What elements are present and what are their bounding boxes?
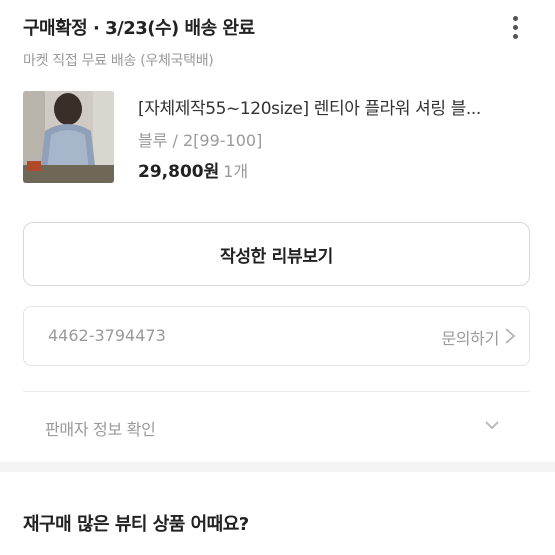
seller-info-label: 판매자 정보 확인: [45, 420, 156, 439]
more-vertical-icon[interactable]: [503, 12, 527, 42]
product-price-row: 29,800원 1개: [138, 157, 248, 182]
order-status-title: 구매확정 · 3/23(수) 배송 완료: [23, 18, 255, 39]
product-thumbnail[interactable]: [23, 91, 114, 183]
product-option: 블루 / 2[99-100]: [138, 131, 263, 150]
order-number: 4462-3794473: [48, 326, 166, 345]
view-review-button[interactable]: 작성한 리뷰보기: [23, 222, 530, 286]
order-number-box: 4462-3794473 문의하기: [23, 306, 530, 366]
chevron-right-icon[interactable]: [503, 327, 517, 345]
delivery-info: 마켓 직접 무료 배송 (우체국택배): [23, 53, 214, 69]
section-divider: [0, 462, 555, 472]
recommendation-title: 재구매 많은 뷰티 상품 어때요?: [23, 514, 249, 535]
seller-info-row[interactable]: 판매자 정보 확인: [23, 392, 530, 462]
chevron-down-icon[interactable]: [484, 419, 500, 431]
product-price: 29,800원: [138, 162, 220, 182]
product-name[interactable]: [자체제작55~120size] 렌티아 플라워 셔링 블...: [138, 94, 481, 119]
product-quantity: 1개: [223, 162, 249, 181]
inquiry-link[interactable]: 문의하기: [441, 325, 499, 349]
